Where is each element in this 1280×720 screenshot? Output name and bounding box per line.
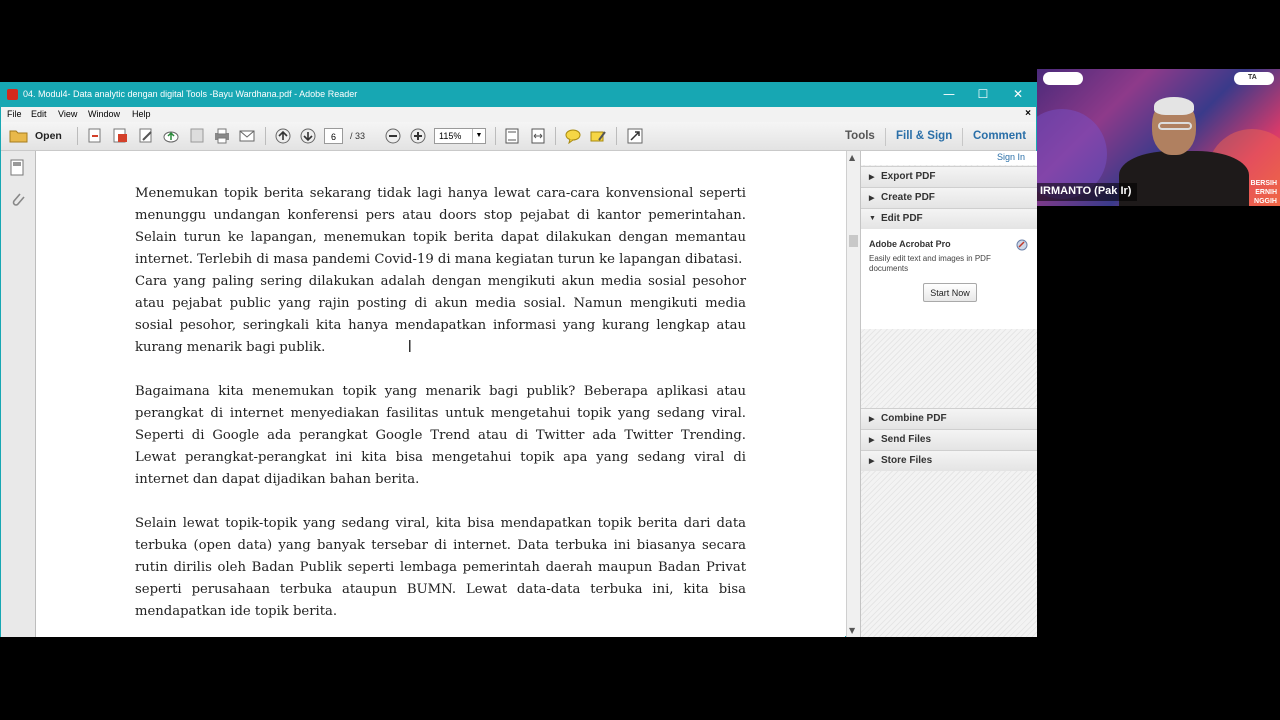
logo-left <box>1043 72 1083 85</box>
separator <box>555 127 556 145</box>
send-files-section[interactable]: ▶ Send Files <box>861 429 1037 450</box>
separator <box>495 127 496 145</box>
menu-window[interactable]: Window <box>88 109 120 119</box>
start-now-button[interactable]: Start Now <box>923 283 977 302</box>
acrobat-pro-description: Easily edit text and images in PDF docum… <box>869 254 991 273</box>
chevron-right-icon: ▶ <box>869 195 875 202</box>
open-button[interactable]: Open <box>9 127 62 145</box>
participant-glasses <box>1158 122 1192 130</box>
edit-pdf-icon[interactable] <box>137 127 155 144</box>
zoom-out-icon[interactable] <box>384 127 402 144</box>
acrobat-pro-title: Adobe Acrobat Pro <box>869 239 951 249</box>
minimize-button[interactable]: — <box>934 85 964 103</box>
participant-body <box>1119 151 1249 206</box>
separator <box>885 128 886 146</box>
section-heading-cut <box>135 151 746 161</box>
separator <box>962 128 963 146</box>
adobe-reader-window: 04. Modul4- Data analytic dengan digital… <box>0 82 1037 637</box>
page-number-input[interactable]: 6 <box>324 128 343 144</box>
separator <box>616 127 617 145</box>
document-view[interactable]: Menemukan topik berita sekarang tidak la… <box>36 151 845 637</box>
menu-bar: File Edit View Window Help × <box>1 107 1036 122</box>
open-label: Open <box>35 130 62 142</box>
store-files-section[interactable]: ▶ Store Files <box>861 450 1037 471</box>
close-document-button[interactable]: × <box>1025 108 1031 119</box>
attachment-icon[interactable] <box>10 191 25 208</box>
zoom-select[interactable]: 115% ▼ <box>434 128 486 144</box>
paragraph: Menemukan topik berita sekarang tidak la… <box>135 186 746 267</box>
zoom-value: 115% <box>439 131 462 141</box>
combine-pdf-section[interactable]: ▶ Combine PDF <box>861 408 1037 429</box>
page-total: / 33 <box>350 131 366 141</box>
menu-help[interactable]: Help <box>132 109 151 119</box>
navigation-pane <box>1 151 36 637</box>
title-bar: 04. Modul4- Data analytic dengan digital… <box>1 83 1036 107</box>
paragraph: Cara yang paling sering dilakukan adalah… <box>135 274 746 355</box>
scroll-thumb[interactable] <box>849 235 858 247</box>
menu-file[interactable]: File <box>7 109 22 119</box>
scroll-up-icon[interactable]: ▲ <box>849 153 855 162</box>
page-thumbnails-icon[interactable] <box>10 159 25 176</box>
tools-pane: Sign In ▶ Export PDF ▶ Create PDF ▼ Edit PD… <box>860 151 1037 637</box>
document-page: Menemukan topik berita sekarang tidak la… <box>135 151 746 623</box>
window-title: 04. Modul4- Data analytic dengan digital… <box>23 89 358 99</box>
maximize-button[interactable]: ☐ <box>968 85 998 103</box>
separator <box>265 127 266 145</box>
email-icon[interactable] <box>238 127 256 144</box>
chevron-right-icon: ▶ <box>869 458 875 465</box>
chevron-right-icon: ▶ <box>869 416 875 423</box>
folder-icon <box>9 130 28 143</box>
create-pdf-section[interactable]: ▶ Create PDF <box>861 187 1037 208</box>
convert-pdf-icon[interactable] <box>111 127 129 144</box>
chevron-down-icon: ▼ <box>869 215 876 222</box>
chevron-right-icon: ▶ <box>869 437 875 444</box>
fit-width-icon[interactable] <box>529 127 547 144</box>
next-page-icon[interactable] <box>299 127 317 144</box>
cloud-upload-icon[interactable] <box>162 127 180 144</box>
edit-pdf-section[interactable]: ▼ Edit PDF <box>861 208 1037 229</box>
menu-view[interactable]: View <box>58 109 77 119</box>
adobe-reader-icon <box>7 89 18 100</box>
chevron-down-icon: ▼ <box>472 129 485 143</box>
comment-icon[interactable] <box>564 127 582 145</box>
toolbar: Open 6 / 33 115% ▼ Tools Fill & Sign Com… <box>1 122 1036 151</box>
save-icon[interactable] <box>188 127 206 144</box>
paragraph: Bagaimana kita menemukan topik yang mena… <box>135 384 746 487</box>
tools-link[interactable]: Tools <box>845 130 875 142</box>
vertical-scrollbar[interactable]: ▲ ▼ <box>846 151 860 637</box>
separator <box>77 127 78 145</box>
print-icon[interactable] <box>213 127 231 144</box>
zoom-in-icon[interactable] <box>409 127 427 144</box>
menu-edit[interactable]: Edit <box>31 109 47 119</box>
highlight-icon[interactable] <box>589 127 607 144</box>
fit-page-icon[interactable] <box>503 127 521 144</box>
participant-hair <box>1154 97 1194 115</box>
create-pdf-icon[interactable] <box>86 127 104 144</box>
text-cursor-icon <box>409 340 411 352</box>
participant-name: IRMANTO (Pak Ir) <box>1037 183 1138 201</box>
chevron-right-icon: ▶ <box>869 174 875 181</box>
logo-right: TA <box>1234 72 1274 85</box>
video-participant-tile[interactable]: TA BERSIH ERNIH NGGIH IRMANTO (Pak Ir) <box>1037 69 1280 206</box>
background-text: BERSIH ERNIH NGGIH <box>1250 180 1277 205</box>
acrobat-pro-icon <box>1016 239 1028 251</box>
export-pdf-section[interactable]: ▶ Export PDF <box>861 166 1037 187</box>
edit-pdf-panel: Adobe Acrobat Pro Easily edit text and i… <box>861 229 1037 329</box>
close-button[interactable]: ✕ <box>1003 85 1033 103</box>
sign-in-link[interactable]: Sign In <box>997 152 1025 162</box>
paragraph: Selain lewat topik-topik yang sedang vir… <box>135 516 746 619</box>
sign-in-bar: Sign In <box>861 151 1037 165</box>
comment-link[interactable]: Comment <box>973 130 1026 142</box>
previous-page-icon[interactable] <box>274 127 292 144</box>
expand-icon[interactable] <box>626 127 644 144</box>
scroll-down-icon[interactable]: ▼ <box>849 626 855 635</box>
fill-sign-link[interactable]: Fill & Sign <box>896 130 952 142</box>
